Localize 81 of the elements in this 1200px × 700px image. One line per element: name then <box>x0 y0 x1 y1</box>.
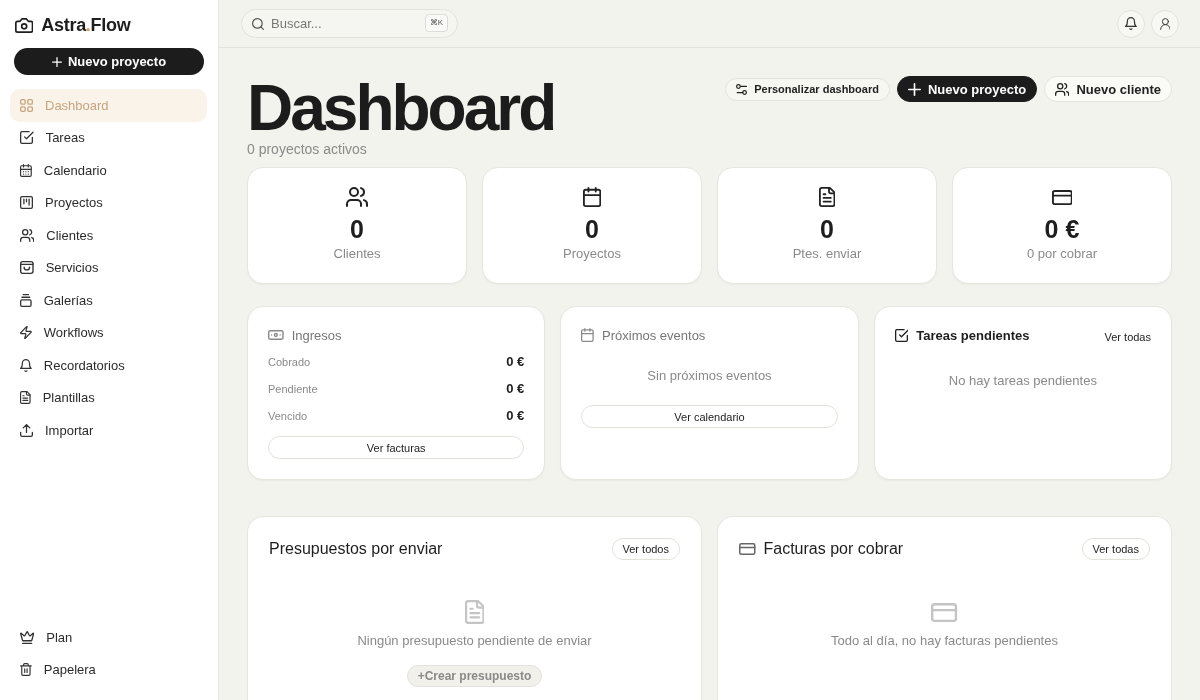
bag-icon <box>20 261 34 275</box>
grid-icon <box>20 98 33 112</box>
bell-icon <box>1125 17 1137 30</box>
trash-icon <box>20 663 32 677</box>
empty-message: Sin próximos eventos <box>646 367 773 385</box>
credit-card-icon <box>931 602 958 622</box>
stat-value: 0 € <box>1044 215 1080 243</box>
income-value: 0 € <box>506 354 525 369</box>
plus-icon <box>907 82 921 96</box>
profile-button[interactable] <box>1151 9 1179 38</box>
credit-card-icon <box>1051 189 1073 205</box>
nav-item[interactable]: Galerías <box>10 284 207 317</box>
nav-item[interactable]: Servicios <box>10 251 207 284</box>
kanban-board-icon <box>20 196 33 210</box>
stack-icon <box>20 293 32 307</box>
card-title: Facturas por cobrar <box>763 540 904 558</box>
calendar-icon <box>20 163 32 177</box>
empty-message: No hay tareas pendientes <box>947 372 1098 390</box>
income-value: 0 € <box>506 408 525 423</box>
empty-message: Todo al día, no hay facturas pendientes <box>831 632 1058 650</box>
search-icon <box>252 17 264 30</box>
calendar-icon <box>582 187 602 207</box>
card-title: Tareas pendientes <box>916 327 1030 343</box>
calendar-icon <box>581 328 595 342</box>
camera-icon <box>15 17 34 33</box>
document-icon <box>818 187 836 207</box>
nav-item[interactable]: Papelera <box>10 653 207 686</box>
document-icon <box>464 600 485 624</box>
view-all-link[interactable]: Ver todas <box>1104 331 1151 343</box>
income-label: Vencido <box>268 409 308 422</box>
checkbox-icon <box>894 328 909 342</box>
users-icon <box>20 228 35 242</box>
stat-label: Ptes. enviar <box>792 246 862 262</box>
logo-text: Astra.Flow <box>41 15 131 35</box>
stat-label: Proyectos <box>563 246 621 262</box>
income-value: 0 € <box>506 381 525 396</box>
page-subtitle: 0 proyectos activos <box>247 140 368 158</box>
sliders-icon <box>736 83 748 95</box>
view-calendar-button[interactable]: Ver calendario <box>581 405 838 428</box>
credit-card-icon <box>739 543 756 555</box>
nav-item[interactable]: Tareas <box>10 121 207 154</box>
notifications-button[interactable] <box>1117 9 1145 38</box>
crown-icon <box>20 630 35 644</box>
nav-item[interactable]: Importar <box>10 414 207 447</box>
action-button[interactable]: Nuevo cliente <box>1044 76 1172 102</box>
nav-item[interactable]: Calendario <box>10 154 207 187</box>
stat-value: 0 <box>585 215 599 243</box>
banknote-icon <box>268 330 284 340</box>
shortcut-key: ⌘K <box>424 14 448 32</box>
stat-value: 0 <box>820 215 834 243</box>
bell-icon <box>20 358 32 372</box>
action-button[interactable]: Personalizar dashboard <box>725 77 890 101</box>
income-label: Cobrado <box>268 355 311 368</box>
nav-item[interactable]: Plantillas <box>10 381 207 414</box>
new-project-button[interactable]: Nuevo proyecto <box>14 48 204 75</box>
nav-item[interactable]: Plan <box>10 621 207 654</box>
empty-message: Ningún presupuesto pendiente de enviar <box>357 632 592 650</box>
view-invoices-button[interactable]: Ver facturas <box>268 436 525 459</box>
action-button[interactable]: Nuevo proyecto <box>896 76 1038 102</box>
checkbox-icon <box>20 131 34 145</box>
card-title: Presupuestos por enviar <box>269 540 443 558</box>
nav-item[interactable]: Clientes <box>10 219 207 252</box>
users-icon <box>346 187 368 207</box>
nav-item[interactable]: Recordatorios <box>10 349 207 382</box>
view-all-button[interactable]: Ver todas <box>1081 538 1150 560</box>
user-icon <box>1159 17 1171 30</box>
stat-label: Clientes <box>333 246 381 262</box>
nav-item[interactable]: Proyectos <box>10 186 207 219</box>
users-icon <box>1055 82 1070 96</box>
view-all-button[interactable]: Ver todos <box>611 538 680 560</box>
plus-icon <box>51 56 62 67</box>
card-title: Próximos eventos <box>602 327 706 343</box>
income-label: Pendiente <box>268 382 318 395</box>
upload-icon <box>20 423 33 437</box>
nav-item[interactable]: Workflows <box>10 316 207 349</box>
document-icon <box>20 391 31 405</box>
page-title: Dashboard <box>247 76 555 140</box>
lightning-icon <box>20 326 32 340</box>
stat-value: 0 <box>350 215 364 243</box>
stat-label: 0 por cobrar <box>1026 246 1098 262</box>
card-title: Ingresos <box>291 327 342 343</box>
